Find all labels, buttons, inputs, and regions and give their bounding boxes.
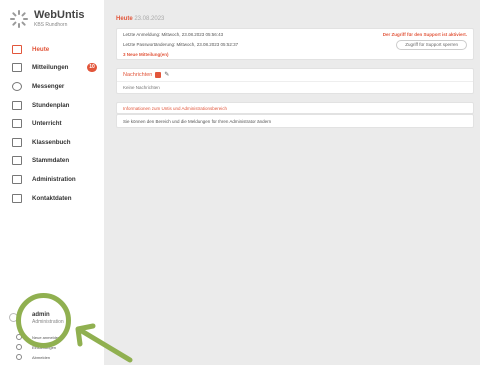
sidebar-item-label: Klassenbuch xyxy=(32,138,71,146)
sidebar-item-unterricht[interactable]: Unterricht xyxy=(0,114,104,133)
page-date: 23.08.2023 xyxy=(134,16,165,22)
main-content: Heute 23.08.2023 Letzte Anmeldung: Mittw… xyxy=(104,0,480,365)
news-card-title: Nachrichten xyxy=(123,71,153,78)
highlight-circle-annotation xyxy=(16,293,71,348)
sidebar-item-klassenbuch[interactable]: Klassenbuch xyxy=(0,133,104,152)
sidebar-item-label: Kontaktdaten xyxy=(32,194,72,202)
hint-text: Sie können den Bereich und die Meldungen… xyxy=(123,119,272,124)
pointer-arrow-annotation xyxy=(75,323,133,363)
sidebar-item-label: Administration xyxy=(32,175,76,183)
hint-card: Sie können den Bereich und die Meldungen… xyxy=(116,114,474,128)
unread-badge: 10 xyxy=(87,63,97,73)
sidebar-item-heute[interactable]: Heute xyxy=(0,40,104,59)
sidebar-item-label: Messenger xyxy=(32,82,65,90)
page-title: Heute 23.08.2023 xyxy=(116,16,164,22)
gear-icon xyxy=(16,344,22,350)
logout-icon xyxy=(16,354,22,360)
calendar-icon xyxy=(12,100,22,110)
news-card-header: Nachrichten ✎ xyxy=(123,71,169,78)
rss-icon[interactable] xyxy=(155,71,162,78)
chat-icon xyxy=(12,81,22,91)
sidebar-item-messenger[interactable]: Messenger xyxy=(0,77,104,96)
sidebar-item-label: Heute xyxy=(32,45,50,53)
mail-icon xyxy=(12,63,22,73)
last-password-change-text: Letzte Passwortänderung: Mittwoch, 23.08… xyxy=(123,42,239,47)
sidebar-item-kontaktdaten[interactable]: Kontaktdaten xyxy=(0,189,104,208)
webuntis-logo-icon xyxy=(10,10,28,28)
sidebar-item-label: Stammdaten xyxy=(32,157,70,165)
divider xyxy=(117,81,473,82)
login-info-card: Letzte Anmeldung: Mittwoch, 23.08.2023 0… xyxy=(116,28,474,60)
news-card-text: Keine Nachrichten xyxy=(123,85,160,90)
footer-link-label: Abmelden xyxy=(32,354,51,360)
sidebar-item-stundenplan[interactable]: Stundenplan xyxy=(0,96,104,115)
edit-icon[interactable]: ✎ xyxy=(164,71,169,78)
news-card: Nachrichten ✎ Keine Nachrichten xyxy=(116,68,474,94)
last-login-text: Letzte Anmeldung: Mittwoch, 23.08.2023 0… xyxy=(123,32,224,37)
sidebar-item-mitteilungen[interactable]: Mitteilungen 10 xyxy=(0,59,104,78)
sidebar-nav: Heute Mitteilungen 10 Messenger Stundenp… xyxy=(0,40,104,207)
sidebar-item-administration[interactable]: Administration xyxy=(0,170,104,189)
home-icon xyxy=(12,44,22,54)
school-name: KBS Rundhorn xyxy=(34,22,68,28)
sidebar-item-label: Stundenplan xyxy=(32,101,70,109)
logo[interactable]: WebUntis KBS Rundhorn xyxy=(10,9,85,29)
notice-card: Informationen zum Untis und Administrati… xyxy=(116,102,474,114)
sidebar-item-stammdaten[interactable]: Stammdaten xyxy=(0,152,104,171)
footer-link-abmelden[interactable]: Abmelden xyxy=(16,352,60,362)
block-support-access-button[interactable]: Zugriff für Support sperren xyxy=(396,40,467,50)
contact-icon xyxy=(12,193,22,203)
app-name: WebUntis xyxy=(34,9,85,21)
database-icon xyxy=(12,156,22,166)
classbook-icon xyxy=(12,137,22,147)
book-icon xyxy=(12,119,22,129)
page-title-text: Heute xyxy=(116,16,133,22)
admin-icon xyxy=(12,174,22,184)
notice-text: Informationen zum Untis und Administrati… xyxy=(123,106,228,111)
new-messages-link[interactable]: 3 Neue Mitteilung(en) xyxy=(123,52,169,57)
sidebar-item-label: Mitteilungen xyxy=(32,64,69,72)
support-access-note: Der Zugriff für den Support ist aktivier… xyxy=(382,32,467,37)
sidebar-item-label: Unterricht xyxy=(32,120,62,128)
